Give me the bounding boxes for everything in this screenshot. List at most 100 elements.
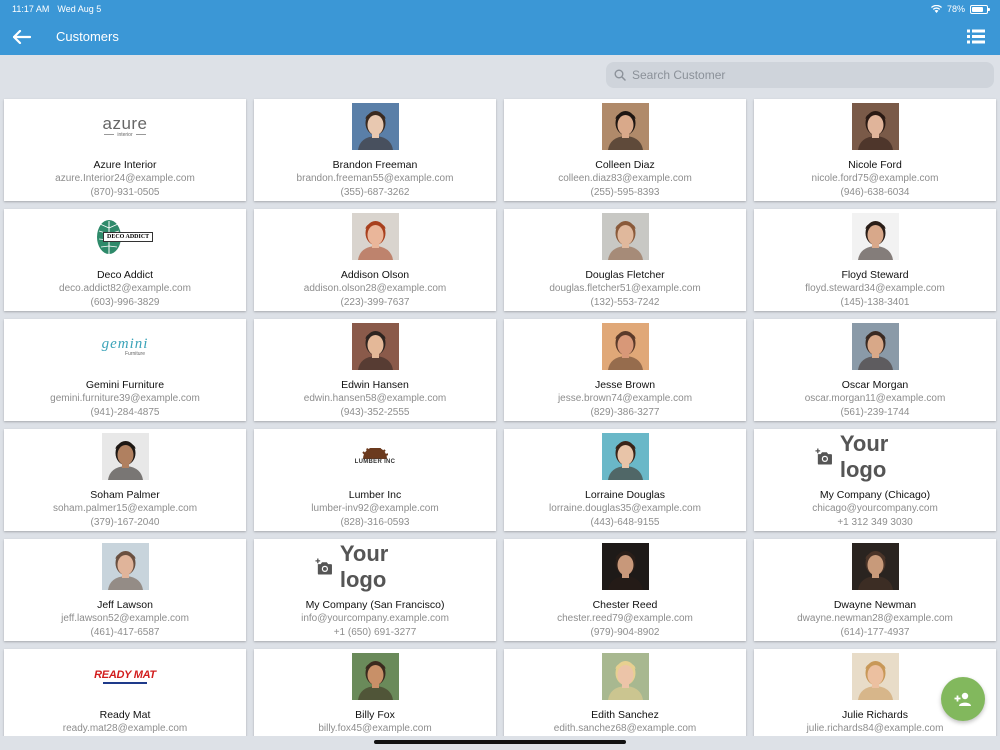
customer-email: floyd.steward34@example.com bbox=[805, 283, 945, 294]
customer-name: Lorraine Douglas bbox=[585, 489, 665, 501]
your-logo-placeholder: Your logo bbox=[815, 431, 935, 483]
customer-name: Billy Fox bbox=[355, 709, 395, 721]
customer-card[interactable]: Chester Reed chester.reed79@example.com … bbox=[504, 539, 746, 641]
customer-card[interactable]: READY MAT Ready Mat ready.mat28@example.… bbox=[4, 649, 246, 750]
customer-card[interactable]: Dwayne Newman dwayne.newman28@example.co… bbox=[754, 539, 996, 641]
customer-image bbox=[315, 103, 435, 150]
customer-image bbox=[815, 653, 935, 700]
customer-email: ready.mat28@example.com bbox=[62, 723, 188, 734]
customer-card[interactable]: Addison Olson addison.olson28@example.co… bbox=[254, 209, 496, 311]
customer-email: deco.addict82@example.com bbox=[59, 283, 191, 294]
customer-phone: (379)-167-2040 bbox=[90, 517, 160, 528]
customer-card[interactable]: DECO ADDICT Deco Addict deco.addict82@ex… bbox=[4, 209, 246, 311]
customer-card[interactable]: gemini Furniture Gemini Furniture gemini… bbox=[4, 319, 246, 421]
back-button[interactable] bbox=[0, 18, 44, 55]
customer-name: Addison Olson bbox=[340, 269, 410, 281]
customer-card[interactable]: Nicole Ford nicole.ford75@example.com (9… bbox=[754, 99, 996, 201]
search-input[interactable] bbox=[632, 68, 972, 82]
customer-name: Chester Reed bbox=[592, 599, 658, 611]
customer-phone: (614)-177-4937 bbox=[840, 627, 910, 638]
customer-image bbox=[565, 543, 685, 590]
list-view-button[interactable] bbox=[952, 18, 1000, 55]
customer-card[interactable]: Your logo My Company (San Francisco) inf… bbox=[254, 539, 496, 641]
customer-phone: (829)-386-3277 bbox=[590, 407, 660, 418]
customer-name: Soham Palmer bbox=[90, 489, 160, 501]
customer-email: jesse.brown74@example.com bbox=[557, 393, 693, 404]
customer-card[interactable]: Edith Sanchez edith.sanchez68@example.co… bbox=[504, 649, 746, 750]
status-time: 11:17 AM bbox=[12, 4, 50, 14]
customer-name: Colleen Diaz bbox=[595, 159, 655, 171]
customer-name: Julie Richards bbox=[842, 709, 908, 721]
add-person-icon bbox=[954, 692, 971, 706]
avatar-photo bbox=[601, 323, 649, 370]
battery-level bbox=[972, 6, 983, 12]
customer-card[interactable]: Jeff Lawson jeff.lawson52@example.com (4… bbox=[4, 539, 246, 641]
customer-card[interactable]: Oscar Morgan oscar.morgan11@example.com … bbox=[754, 319, 996, 421]
avatar-photo bbox=[601, 543, 649, 590]
customer-card[interactable]: Billy Fox billy.fox45@example.com bbox=[254, 649, 496, 750]
search-bar[interactable] bbox=[606, 62, 994, 88]
home-indicator[interactable] bbox=[374, 740, 626, 744]
customer-image bbox=[565, 213, 685, 260]
customer-image bbox=[815, 323, 935, 370]
avatar-photo bbox=[851, 653, 899, 700]
customer-email: soham.palmer15@example.com bbox=[52, 503, 198, 514]
customer-name: Brandon Freeman bbox=[332, 159, 418, 171]
customer-phone: +1 (650) 691-3277 bbox=[333, 627, 417, 638]
search-icon bbox=[614, 69, 626, 81]
customer-card[interactable]: Your logo My Company (Chicago) chicago@y… bbox=[754, 429, 996, 531]
customer-phone: (255)-595-8393 bbox=[590, 187, 660, 198]
customer-email: edwin.hansen58@example.com bbox=[303, 393, 447, 404]
customer-name: Edwin Hansen bbox=[341, 379, 409, 391]
customer-image: READY MAT bbox=[65, 653, 185, 700]
customer-card[interactable]: Colleen Diaz colleen.diaz83@example.com … bbox=[504, 99, 746, 201]
status-bar: 11:17 AM Wed Aug 5 78% bbox=[0, 0, 1000, 18]
customer-email: lumber-inv92@example.com bbox=[311, 503, 439, 514]
customer-phone: (443)-648-9155 bbox=[590, 517, 660, 528]
customer-email: edith.sanchez68@example.com bbox=[553, 723, 697, 734]
customer-phone: (870)-931-0505 bbox=[90, 187, 160, 198]
customer-phone: (355)-687-3262 bbox=[340, 187, 410, 198]
customer-card[interactable]: Jesse Brown jesse.brown74@example.com (8… bbox=[504, 319, 746, 421]
avatar-photo bbox=[351, 213, 399, 260]
deco-addict-logo: DECO ADDICT bbox=[95, 217, 155, 257]
camera-plus-icon bbox=[315, 558, 332, 575]
your-logo-placeholder: Your logo bbox=[315, 541, 435, 593]
gemini-logo: gemini Furniture bbox=[101, 335, 149, 357]
customer-card[interactable]: Lorraine Douglas lorraine.douglas35@exam… bbox=[504, 429, 746, 531]
customer-card[interactable]: azure interior Azure Interior azure.Inte… bbox=[4, 99, 246, 201]
customer-email: gemini.furniture39@example.com bbox=[50, 393, 200, 404]
customer-image: gemini Furniture bbox=[65, 323, 185, 370]
customer-image: DECO ADDICT bbox=[65, 213, 185, 260]
avatar-photo bbox=[351, 653, 399, 700]
customer-image bbox=[315, 213, 435, 260]
customer-card[interactable]: LUMBER INC Lumber Inc lumber-inv92@examp… bbox=[254, 429, 496, 531]
customer-phone: (828)-316-0593 bbox=[340, 517, 410, 528]
avatar-photo bbox=[101, 543, 149, 590]
customer-email: info@yourcompany.example.com bbox=[301, 613, 449, 624]
avatar-photo bbox=[351, 323, 399, 370]
avatar-photo bbox=[851, 323, 899, 370]
list-icon bbox=[967, 29, 985, 44]
customer-card[interactable]: Brandon Freeman brandon.freeman55@exampl… bbox=[254, 99, 496, 201]
customer-card[interactable]: Douglas Fletcher douglas.fletcher51@exam… bbox=[504, 209, 746, 311]
customer-card[interactable]: Soham Palmer soham.palmer15@example.com … bbox=[4, 429, 246, 531]
customer-email: brandon.freeman55@example.com bbox=[296, 173, 454, 184]
customer-name: Oscar Morgan bbox=[841, 379, 909, 391]
customer-image bbox=[65, 433, 185, 480]
customer-phone: (561)-239-1744 bbox=[840, 407, 910, 418]
customer-image bbox=[65, 543, 185, 590]
customer-email: douglas.fletcher51@example.com bbox=[549, 283, 701, 294]
customer-email: jeff.lawson52@example.com bbox=[61, 613, 189, 624]
customer-name: Ready Mat bbox=[99, 709, 151, 721]
customer-image: Your logo bbox=[815, 431, 935, 483]
customer-email: chester.reed79@example.com bbox=[557, 613, 693, 624]
customer-image bbox=[815, 213, 935, 260]
add-customer-button[interactable] bbox=[941, 677, 985, 721]
customer-card[interactable]: Floyd Steward floyd.steward34@example.co… bbox=[754, 209, 996, 311]
customer-email: oscar.morgan11@example.com bbox=[804, 393, 946, 404]
avatar-photo bbox=[601, 653, 649, 700]
customer-card[interactable]: Edwin Hansen edwin.hansen58@example.com … bbox=[254, 319, 496, 421]
customer-name: My Company (Chicago) bbox=[819, 489, 931, 501]
customer-phone: (943)-352-2555 bbox=[340, 407, 410, 418]
